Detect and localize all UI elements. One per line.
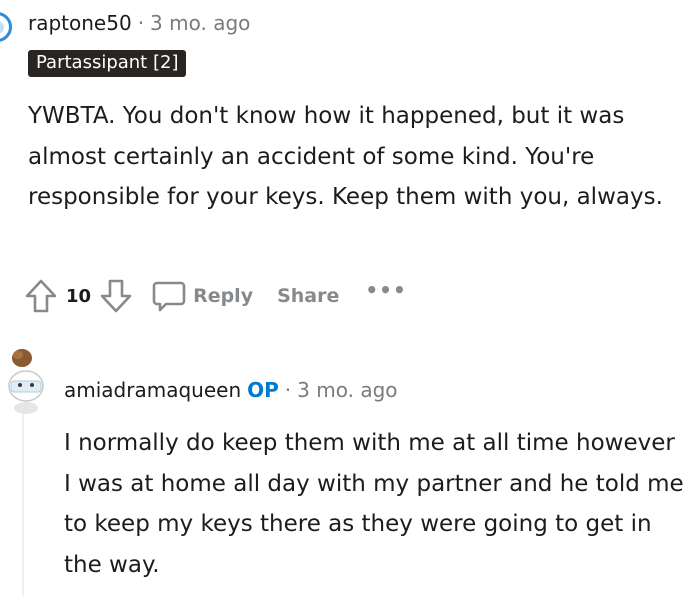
downvote-arrow-icon[interactable] xyxy=(99,278,133,314)
upvote-arrow-icon[interactable] xyxy=(24,278,58,314)
comment-body: I normally do keep them with me at all t… xyxy=(64,423,684,585)
comment-text: YWBTA. You don't know how it happened, b… xyxy=(28,103,663,210)
timestamp[interactable]: 3 mo. ago xyxy=(150,11,250,35)
timestamp[interactable]: 3 mo. ago xyxy=(297,378,397,402)
username[interactable]: raptone50 xyxy=(28,11,132,35)
comment-header: raptone50 · 3 mo. ago xyxy=(28,11,250,35)
username[interactable]: amiadramaqueen xyxy=(64,378,241,402)
comment-bubble-icon xyxy=(151,278,187,314)
user-flair: Partassipant [2] xyxy=(28,50,187,77)
op-badge: OP xyxy=(247,378,279,402)
comment-actions: 10 Reply Share ••• xyxy=(24,276,407,316)
comment-text: I normally do keep them with me at all t… xyxy=(64,430,684,578)
snoo-avatar-icon[interactable] xyxy=(0,344,52,414)
comment-body: YWBTA. You don't know how it happened, b… xyxy=(28,96,688,218)
meta-separator: · xyxy=(284,378,292,402)
reply-label: Reply xyxy=(193,285,254,307)
user-avatar-icon[interactable] xyxy=(0,12,12,42)
thread-line[interactable] xyxy=(22,412,24,596)
more-options-icon[interactable]: ••• xyxy=(365,278,406,302)
meta-separator: · xyxy=(137,11,145,35)
reply-button[interactable]: Reply xyxy=(151,278,253,314)
share-button[interactable]: Share xyxy=(277,285,339,307)
vote-count: 10 xyxy=(66,285,92,307)
comment-header: amiadramaqueen OP · 3 mo. ago xyxy=(64,378,398,402)
